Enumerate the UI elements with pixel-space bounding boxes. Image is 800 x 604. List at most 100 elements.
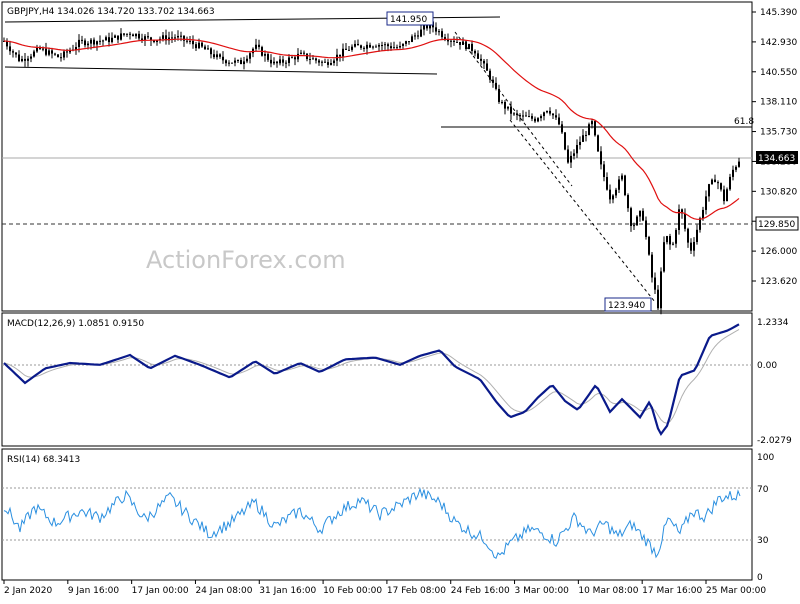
candle-body (636, 216, 638, 226)
rsi-panel-frame (1, 448, 753, 581)
candle-body (570, 155, 572, 163)
price-axis-label: 123.620 (760, 277, 797, 287)
candle-body (525, 115, 527, 117)
candle-body (588, 124, 590, 135)
time-axis-label: 17 Jan 00:00 (132, 586, 189, 596)
candle-body (198, 42, 200, 49)
candle-body (723, 189, 725, 202)
candle-body (369, 44, 371, 48)
candle-body (498, 88, 500, 102)
candle-body (612, 195, 614, 200)
candle-body (234, 60, 236, 63)
candle-body (111, 37, 113, 43)
time-axis-label: 17 Mar 16:00 (642, 586, 702, 596)
candle-body (384, 44, 386, 46)
candle-body (522, 115, 524, 117)
candle-body (339, 54, 341, 57)
time-axis: 2 Jan 2020 9 Jan 16:00 17 Jan 00:00 24 Jan … (3, 580, 766, 596)
candle-body (651, 254, 653, 278)
current-price-tag-text: 134.663 (758, 154, 795, 164)
candle-body (540, 116, 542, 119)
time-axis-label: 3 Mar 00:00 (515, 586, 570, 596)
candle-body (738, 161, 740, 167)
candle-body (81, 39, 83, 41)
candle-body (195, 44, 197, 49)
candle-body (603, 164, 605, 178)
candle-body (216, 54, 218, 58)
candle-body (357, 43, 359, 46)
candle-body (201, 42, 203, 47)
price-panel-frame (1, 1, 753, 312)
rsi-axis-70: 70 (757, 485, 769, 495)
candle-body (537, 118, 539, 122)
chart-window: GBPJPY,H4 134.026 134.720 133.702 134.66… (0, 0, 800, 600)
candle-body (702, 209, 704, 219)
candle-body (507, 106, 509, 109)
candle-body (606, 177, 608, 190)
candle-body (246, 58, 248, 62)
candle-body (375, 46, 377, 48)
price-axis-label: 138.110 (760, 98, 797, 108)
candle-body (54, 53, 56, 55)
candle-body (24, 58, 26, 61)
candle-body (663, 242, 665, 272)
candle-body (654, 277, 656, 290)
low-label: 123.940 (608, 301, 645, 311)
candle-body (627, 195, 629, 209)
candle-body (528, 116, 530, 118)
candle-body (510, 106, 512, 114)
candle-body (327, 62, 329, 65)
candle-body (312, 58, 314, 60)
candle-body (576, 145, 578, 154)
macd-axis-bottom: -2.0279 (757, 436, 792, 446)
candle-body (672, 243, 674, 245)
candle-body (549, 110, 551, 114)
candle-body (300, 52, 302, 54)
candle-body (423, 25, 425, 30)
candle-body (60, 57, 62, 59)
candle-body (147, 36, 149, 38)
rsi-title: RSI(14) 68.3413 (7, 455, 80, 465)
candle-body (162, 35, 164, 39)
price-axis-label: 130.820 (760, 187, 797, 197)
candle-body (90, 39, 92, 44)
down-trend-line-2 (509, 119, 656, 303)
candle-body (228, 62, 230, 64)
candle-body (363, 47, 365, 49)
macd-axis-top: 1.2334 (757, 318, 789, 328)
candle-body (624, 175, 626, 196)
candle-body (183, 35, 185, 41)
candle-body (609, 189, 611, 200)
support-price-tag-text: 129.850 (758, 220, 795, 230)
candle-body (543, 112, 545, 117)
candle-body (459, 41, 461, 45)
macd-signal-line (3, 329, 740, 424)
time-axis-label: 24 Feb 16:00 (451, 586, 510, 596)
rsi-axis-30: 30 (757, 536, 769, 546)
moving-average-line (3, 38, 740, 220)
candle-body (594, 121, 596, 136)
candle-body (237, 60, 239, 62)
candle-body (210, 48, 212, 55)
candle-body (48, 50, 50, 55)
candle-body (495, 82, 497, 89)
candle-body (729, 176, 731, 190)
candle-body (267, 54, 269, 60)
candle-body (30, 56, 32, 59)
macd-title: MACD(12,26,9) 1.0851 0.9150 (7, 319, 144, 329)
candle-body (96, 41, 98, 45)
candle-body (396, 47, 398, 49)
candle-body (138, 33, 140, 39)
candle-body (732, 169, 734, 177)
candle-body (321, 61, 323, 63)
time-axis-label: 9 Jan 16:00 (68, 586, 120, 596)
candle-body (519, 114, 521, 117)
watermark: ActionForex.com (146, 246, 346, 274)
candle-body (135, 33, 137, 37)
candle-body (231, 62, 233, 64)
candle-body (633, 225, 635, 227)
current-price-tag: 134.663 (756, 151, 798, 164)
candle-body (615, 189, 617, 196)
candle-body (240, 60, 242, 65)
candle-body (324, 61, 326, 63)
